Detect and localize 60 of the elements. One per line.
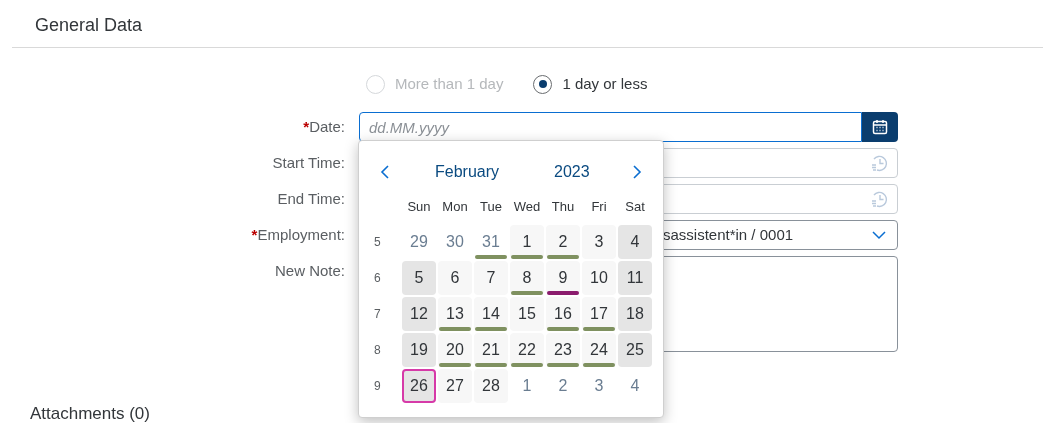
weekday-header: Tue <box>479 198 503 216</box>
week-number: 9 <box>374 378 381 395</box>
radio-button[interactable] <box>533 74 553 94</box>
day-cell[interactable]: 19 <box>402 333 436 367</box>
day-cell[interactable]: 17 <box>582 297 616 331</box>
required-mark: * <box>303 116 310 137</box>
day-cell[interactable]: 5 <box>402 261 436 295</box>
week-number: 5 <box>374 234 381 251</box>
radio-label: More than 1 day <box>395 73 504 94</box>
field-label: End Time: <box>277 188 345 209</box>
week-number: 8 <box>374 342 381 359</box>
required-mark: * <box>251 224 258 245</box>
week-number: 7 <box>374 306 381 323</box>
day-cell[interactable]: 18 <box>618 297 652 331</box>
day-cell[interactable]: 2 <box>546 225 580 259</box>
day-cell[interactable]: 9 <box>546 261 580 295</box>
day-cell[interactable]: 3 <box>582 225 616 259</box>
chevron-left-icon <box>380 164 390 180</box>
day-cell[interactable]: 12 <box>402 297 436 331</box>
weekday-header: Fri <box>590 198 608 216</box>
weekday-header: Wed <box>512 198 542 216</box>
day-cell[interactable]: 11 <box>618 261 652 295</box>
day-cell[interactable]: 4 <box>618 225 652 259</box>
section-title: Attachments (0) <box>30 404 150 423</box>
weekday-header: Mon <box>441 198 469 216</box>
day-cell[interactable]: 20 <box>438 333 472 367</box>
day-cell[interactable]: 21 <box>474 333 508 367</box>
day-cell[interactable]: 24 <box>582 333 616 367</box>
day-cell[interactable]: 22 <box>510 333 544 367</box>
date-field[interactable]: dd.MM.yyyy <box>359 112 862 142</box>
field-label: Date: <box>309 116 345 137</box>
day-cell[interactable]: 28 <box>474 369 508 403</box>
calendar-button[interactable] <box>862 112 898 142</box>
calendar-icon <box>872 119 888 135</box>
week-number: 6 <box>374 270 381 287</box>
month-button[interactable]: February <box>435 160 500 184</box>
day-cell[interactable]: 16 <box>546 297 580 331</box>
chevron-right-icon <box>632 164 642 180</box>
weekday-header: Sun <box>406 198 432 216</box>
day-cell[interactable]: 26 <box>402 369 436 403</box>
year-button[interactable]: 2023 <box>554 160 590 184</box>
field-label: Employment: <box>257 224 345 245</box>
day-cell[interactable]: 15 <box>510 297 544 331</box>
chevron-down-icon <box>871 230 887 240</box>
day-cell[interactable]: 23 <box>546 333 580 367</box>
field-label: New Note: <box>274 260 345 281</box>
radio-label: 1 day or less <box>562 73 648 94</box>
section-title: General Data <box>35 15 143 35</box>
day-cell[interactable]: 10 <box>582 261 616 295</box>
day-cell[interactable]: 7 <box>474 261 508 295</box>
day-cell[interactable]: 25 <box>618 333 652 367</box>
weekday-header: Sat <box>624 198 646 216</box>
weekday-header: Thu <box>550 198 576 216</box>
day-cell[interactable]: 27 <box>438 369 472 403</box>
day-cell[interactable]: 1 <box>510 225 544 259</box>
day-cell[interactable]: 14 <box>474 297 508 331</box>
day-cell[interactable]: 6 <box>438 261 472 295</box>
day-cell[interactable]: 8 <box>510 261 544 295</box>
field-label: Start Time: <box>272 152 345 173</box>
day-cell[interactable]: 13 <box>438 297 472 331</box>
